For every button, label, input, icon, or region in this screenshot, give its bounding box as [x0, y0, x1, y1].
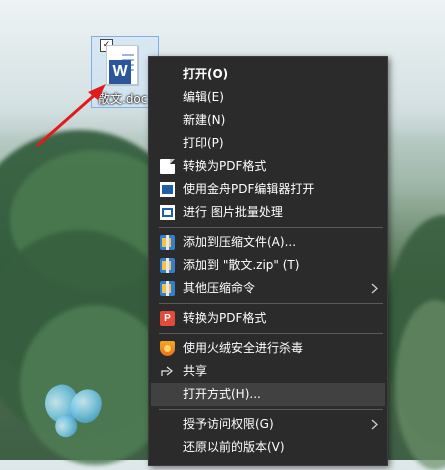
context-menu: 打开(O) 编辑(E) 新建(N) 打印(P) 转换为PDF格式 使用金舟PDF…	[148, 56, 388, 466]
archive-icon	[160, 281, 175, 296]
pdf-convert-icon: P	[160, 311, 175, 326]
menu-item-label: 使用火绒安全进行杀毒	[183, 341, 304, 355]
document-icon	[160, 159, 175, 174]
desktop-file-label: 散文.doc	[98, 92, 148, 106]
menu-item-add-to-zip[interactable]: 添加到 "散文.zip" (T)	[151, 254, 385, 277]
archive-icon	[160, 258, 175, 273]
menu-item-restore-versions[interactable]: 还原以前的版本(V)	[151, 436, 385, 459]
menu-item-label: 授予访问权限(G)	[183, 417, 274, 431]
menu-item-open-with[interactable]: 打开方式(H)...	[151, 383, 385, 406]
word-badge: W	[109, 60, 131, 84]
archive-icon	[160, 235, 175, 250]
image-batch-icon	[160, 205, 175, 220]
menu-item-label: 添加到压缩文件(A)...	[183, 235, 297, 249]
menu-item-label: 进行 图片批量处理	[183, 205, 283, 219]
menu-separator	[159, 409, 383, 410]
menu-item-label: 新建(N)	[183, 113, 226, 127]
share-icon	[161, 366, 173, 376]
menu-item-antivirus-scan[interactable]: 使用火绒安全进行杀毒	[151, 337, 385, 360]
menu-item-print[interactable]: 打印(P)	[151, 132, 385, 155]
menu-item-label: 打印(P)	[183, 136, 224, 150]
menu-separator	[159, 333, 383, 334]
menu-item-label: 编辑(E)	[183, 90, 224, 104]
menu-separator	[159, 227, 383, 228]
menu-item-open-pdf-editor[interactable]: 使用金舟PDF编辑器打开	[151, 178, 385, 201]
menu-item-label: 打开方式(H)...	[183, 387, 261, 401]
word-document-icon: W	[106, 45, 138, 85]
butterfly-decoration	[39, 380, 115, 445]
menu-item-open[interactable]: 打开(O)	[151, 63, 385, 86]
menu-item-label: 添加到 "散文.zip" (T)	[183, 258, 300, 272]
menu-item-add-to-archive[interactable]: 添加到压缩文件(A)...	[151, 231, 385, 254]
menu-item-label: 共享	[183, 364, 208, 378]
shield-icon	[160, 341, 175, 356]
menu-item-new[interactable]: 新建(N)	[151, 109, 385, 132]
menu-item-label: 转换为PDF格式	[183, 159, 267, 173]
menu-item-other-compress[interactable]: 其他压缩命令	[151, 277, 385, 300]
menu-item-convert-pdf[interactable]: 转换为PDF格式	[151, 155, 385, 178]
menu-separator	[159, 303, 383, 304]
menu-item-label: 还原以前的版本(V)	[183, 440, 285, 454]
menu-item-image-batch[interactable]: 进行 图片批量处理	[151, 201, 385, 224]
menu-item-share[interactable]: 共享	[151, 360, 385, 383]
menu-item-convert-pdf-2[interactable]: P 转换为PDF格式	[151, 307, 385, 330]
chevron-right-icon	[371, 419, 378, 430]
menu-item-label: 其他压缩命令	[183, 281, 256, 295]
menu-item-label: 打开(O)	[183, 67, 229, 81]
pdf-editor-icon	[160, 182, 175, 197]
menu-item-label: 使用金舟PDF编辑器打开	[183, 182, 315, 196]
menu-item-edit[interactable]: 编辑(E)	[151, 86, 385, 109]
menu-item-label: 转换为PDF格式	[183, 311, 267, 325]
chevron-right-icon	[371, 283, 378, 294]
menu-item-grant-access[interactable]: 授予访问权限(G)	[151, 413, 385, 436]
